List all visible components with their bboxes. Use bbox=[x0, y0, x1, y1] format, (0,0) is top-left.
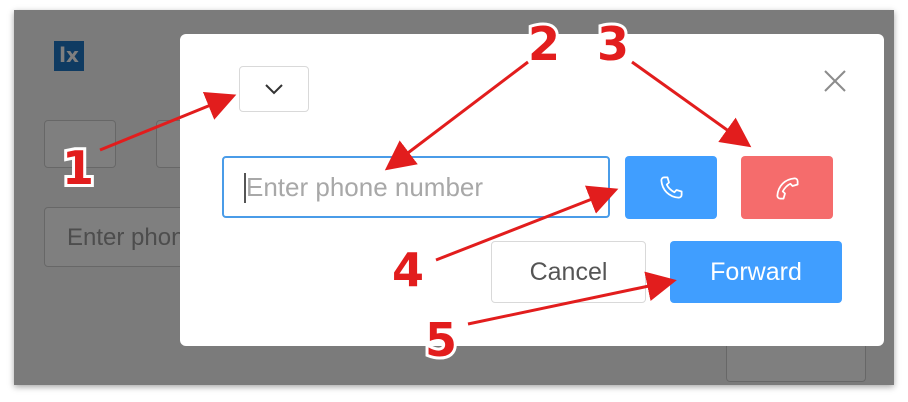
phone-icon bbox=[660, 176, 683, 199]
hangup-button[interactable] bbox=[741, 156, 833, 219]
number-type-dropdown[interactable] bbox=[239, 66, 309, 112]
call-button[interactable] bbox=[625, 156, 717, 219]
close-icon bbox=[824, 70, 846, 92]
cancel-button[interactable]: Cancel bbox=[491, 241, 646, 303]
chevron-down-icon bbox=[265, 84, 283, 95]
forward-button[interactable]: Forward bbox=[670, 241, 842, 303]
text-cursor bbox=[244, 173, 246, 203]
phone-number-input[interactable] bbox=[222, 156, 610, 218]
app-window: lx Enter phone number bbox=[14, 10, 894, 385]
close-button[interactable] bbox=[820, 66, 850, 96]
forward-call-dialog: Cancel Forward bbox=[180, 34, 884, 346]
phone-hangup-icon bbox=[776, 176, 799, 199]
